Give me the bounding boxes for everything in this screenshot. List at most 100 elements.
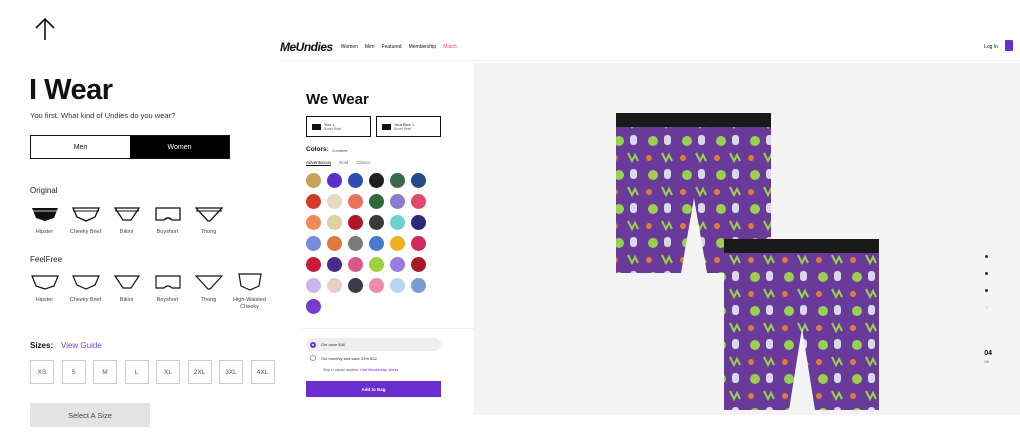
color-swatch[interactable]: [306, 257, 321, 272]
product-page: MeUndies Women Men Featured Membership M…: [278, 33, 1020, 415]
color-swatch[interactable]: [327, 236, 342, 251]
color-swatch[interactable]: [369, 173, 384, 188]
selection-boo[interactable]: Your Boo: L Boxer Brief: [376, 116, 441, 137]
high-waisted-icon: [237, 273, 262, 291]
color-swatch[interactable]: [411, 194, 426, 209]
purchase-monthly-option[interactable]: Get monthly and save 33% $32: [310, 355, 377, 361]
nav-match[interactable]: Match: [443, 44, 457, 50]
color-swatch[interactable]: [348, 194, 363, 209]
gender-tab-men[interactable]: Men: [31, 136, 130, 158]
how-membership-works-link[interactable]: How Membership Works: [360, 368, 398, 372]
original-styles: Hipster Cheeky Brief Bikini Boyshort Tho…: [24, 205, 229, 236]
size-s[interactable]: S: [61, 360, 86, 384]
color-swatch[interactable]: [306, 215, 321, 230]
color-swatch[interactable]: [390, 257, 405, 272]
color-swatch[interactable]: [411, 236, 426, 251]
color-swatch[interactable]: [306, 278, 321, 293]
color-tabs: Adventurous Bold Classic: [306, 160, 379, 166]
style-cheeky-brief[interactable]: Cheeky Brief: [65, 205, 106, 236]
color-swatch[interactable]: [369, 278, 384, 293]
carousel-dot[interactable]: [985, 272, 988, 275]
size-2xl[interactable]: 2XL: [187, 360, 212, 384]
boyshort-icon: [154, 207, 181, 221]
size-3xl[interactable]: 3XL: [219, 360, 243, 384]
color-swatch[interactable]: [390, 236, 405, 251]
arrow-up-icon[interactable]: [33, 16, 57, 42]
feelfree-hipster[interactable]: Hipster: [24, 273, 65, 311]
carousel-dot[interactable]: [985, 289, 988, 292]
color-swatch[interactable]: [348, 236, 363, 251]
color-swatch[interactable]: [348, 257, 363, 272]
color-tab-adventurous[interactable]: Adventurous: [306, 160, 332, 166]
colors-label: Colors:: [306, 146, 329, 153]
color-swatch[interactable]: [369, 236, 384, 251]
selection-you[interactable]: You: L Boxer Brief: [306, 116, 371, 137]
style-boyshort[interactable]: Boyshort: [147, 205, 188, 236]
color-swatch[interactable]: [327, 278, 342, 293]
color-swatch[interactable]: [411, 257, 426, 272]
feelfree-styles: Hipster Cheeky Brief Bikini Boyshort Tho…: [24, 273, 270, 311]
color-swatch[interactable]: [348, 278, 363, 293]
color-tab-bold[interactable]: Bold: [339, 160, 348, 166]
colors-value: Zombies: [332, 148, 348, 153]
feelfree-cheeky-brief[interactable]: Cheeky Brief: [65, 273, 106, 311]
cheeky-brief-icon: [71, 207, 100, 222]
color-swatch[interactable]: [327, 194, 342, 209]
size-options: XS S M L XL 2XL 3XL 4XL: [30, 360, 282, 384]
color-swatch[interactable]: [369, 194, 384, 209]
color-swatch[interactable]: [390, 215, 405, 230]
color-swatch[interactable]: [411, 278, 426, 293]
color-swatch[interactable]: [327, 257, 342, 272]
login-link[interactable]: Log In: [984, 44, 998, 50]
color-swatch[interactable]: [327, 215, 342, 230]
panel-subtitle: You first. What kind of Undies do you we…: [30, 111, 176, 120]
color-swatch[interactable]: [348, 173, 363, 188]
boxer-briefs-image: [616, 113, 879, 410]
thong-outline-icon: [194, 275, 223, 290]
color-swatch[interactable]: [306, 173, 321, 188]
size-4xl[interactable]: 4XL: [250, 360, 275, 384]
color-swatch[interactable]: [306, 194, 321, 209]
nav-men[interactable]: Men: [365, 44, 375, 50]
color-swatch[interactable]: [411, 215, 426, 230]
bag-icon[interactable]: [1005, 40, 1013, 51]
size-l[interactable]: L: [124, 360, 149, 384]
color-swatch[interactable]: [369, 257, 384, 272]
color-swatch[interactable]: [390, 194, 405, 209]
top-nav: MeUndies Women Men Featured Membership M…: [278, 33, 1020, 61]
size-xs[interactable]: XS: [30, 360, 54, 384]
add-to-bag-button[interactable]: Add to Bag: [306, 381, 441, 397]
color-swatch[interactable]: [390, 278, 405, 293]
boxer-brief-icon: [312, 123, 321, 130]
feelfree-thong[interactable]: Thong: [188, 273, 229, 311]
color-swatch[interactable]: [306, 236, 321, 251]
view-guide-link[interactable]: View Guide: [61, 341, 102, 350]
nav-membership[interactable]: Membership: [409, 44, 437, 50]
feelfree-boyshort[interactable]: Boyshort: [147, 273, 188, 311]
style-hipster[interactable]: Hipster: [24, 205, 65, 236]
carousel-dot[interactable]: [985, 255, 988, 258]
style-thong[interactable]: Thong: [188, 205, 229, 236]
color-swatch[interactable]: [390, 173, 405, 188]
color-swatch[interactable]: [411, 173, 426, 188]
we-wear-title: We Wear: [306, 91, 369, 108]
hipster-icon: [31, 208, 58, 221]
gender-tab-women[interactable]: Women: [130, 136, 229, 158]
nav-featured[interactable]: Featured: [382, 44, 402, 50]
nav-women[interactable]: Women: [341, 44, 358, 50]
color-swatch[interactable]: [327, 173, 342, 188]
color-swatch[interactable]: [306, 299, 321, 314]
logo[interactable]: MeUndies: [280, 40, 333, 54]
carousel-dot-active[interactable]: [985, 306, 988, 309]
style-bikini[interactable]: Bikini: [106, 205, 147, 236]
select-size-button[interactable]: Select A Size: [30, 403, 150, 427]
size-xl[interactable]: XL: [156, 360, 180, 384]
color-tab-classic[interactable]: Classic: [356, 160, 371, 166]
purchase-once-option[interactable]: Get once $46: [306, 338, 441, 351]
color-swatch[interactable]: [369, 215, 384, 230]
feelfree-high-waisted-cheeky[interactable]: High-Waisted Cheeky: [229, 273, 270, 311]
feelfree-bikini[interactable]: Bikini: [106, 273, 147, 311]
panel-title: I Wear: [29, 74, 113, 106]
color-swatch[interactable]: [348, 215, 363, 230]
size-m[interactable]: M: [93, 360, 117, 384]
